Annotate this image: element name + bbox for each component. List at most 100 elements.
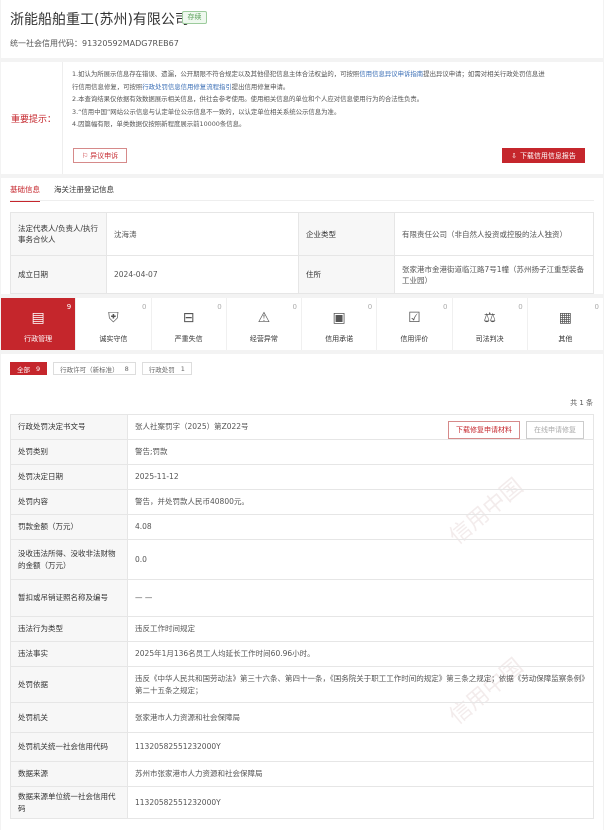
category-other[interactable]: 0 ▦ 其他 — [528, 298, 603, 350]
filter-label: 行政许可（新标准） — [60, 365, 119, 374]
detail-value: 张家港市人力资源和社会保障局 — [127, 702, 594, 733]
flag-icon: ⚐ — [81, 151, 89, 160]
category-honest[interactable]: 0 ⛨ 诚实守信 — [76, 298, 152, 350]
notice-body: 1.如认为所展示信息存在错误、遗漏，公开期限不符合规定以及其他侵犯信息主体合法权… — [72, 68, 592, 131]
company-name: 浙能船舶重工(苏州)有限公司 — [10, 12, 189, 28]
filter-all[interactable]: 全部 9 — [10, 362, 48, 375]
category-count: 0 — [217, 303, 222, 311]
notice-line-5: 4.因篇幅有限，单类数据仅按照新程度展示前10000条信息。 — [72, 120, 246, 128]
founded-value: 2024-04-07 — [106, 255, 299, 294]
detail-value: 0.0 — [127, 539, 594, 580]
notice-line-2-tail: 提出信用修复申请。 — [231, 82, 290, 91]
detail-value: 警告;罚款 — [127, 439, 594, 465]
notice-line-1-tail: 提出异议申请；如需对相关行政处罚信息进 — [423, 70, 545, 78]
category-judicial[interactable]: 0 ⚖ 司法判决 — [453, 298, 528, 350]
objection-button[interactable]: ⚐ 异议申诉 — [73, 148, 127, 163]
filter-penalty[interactable]: 行政处罚 1 — [141, 362, 192, 375]
detail-value: — — — [127, 579, 594, 617]
detail-value-cell: 张人社案罚字（2025）第Z022号 下载修复申请材料 在线申请修复 — [127, 414, 594, 440]
category-label: 信用承诺 — [325, 335, 354, 343]
detail-value: 违反工作时间规定 — [127, 616, 594, 642]
download-label: 下载信用信息报告 — [519, 151, 576, 160]
base-info-table: 法定代表人/负责人/执行事务合伙人 沈海涛 企业类型 有限责任公司（非自然人投资… — [10, 212, 594, 294]
filter-count: 9 — [36, 364, 41, 373]
category-admin[interactable]: 9 ▤ 行政管理 — [1, 298, 77, 350]
address-value: 张家港市金港街道临江路7号1幢（苏州扬子江重型装备工业园） — [394, 255, 594, 294]
notice-line-2: 行信用信息修复，可按照 — [72, 82, 143, 91]
legal-rep-value: 沈海涛 — [106, 212, 299, 256]
status-badge: 存续 — [182, 11, 207, 24]
notice-title: 重要提示： — [11, 115, 57, 125]
detail-label: 处罚机关 — [10, 702, 128, 733]
detail-value: 4.08 — [127, 514, 594, 540]
category-label: 经营异常 — [249, 335, 278, 343]
category-label: 严重失信 — [174, 335, 203, 343]
category-count: 0 — [594, 303, 599, 311]
category-count: 0 — [518, 303, 523, 311]
detail-label: 处罚机关统一社会信用代码 — [10, 732, 128, 762]
objection-guide-link[interactable]: 信用信息异议申诉指南 — [359, 70, 423, 78]
address-label: 住所 — [298, 255, 395, 294]
detail-label: 处罚决定日期 — [10, 464, 128, 490]
category-label: 诚实守信 — [99, 335, 128, 343]
detail-value: 违反《中华人民共和国劳动法》第三十六条、第四十一条，《国务院关于职工工作时间的规… — [127, 666, 594, 703]
other-icon: ▦ — [558, 310, 572, 326]
filter-count: 1 — [180, 364, 185, 373]
founded-label: 成立日期 — [10, 255, 107, 294]
detail-label: 行政处罚决定书文号 — [10, 414, 128, 440]
download-report-button[interactable]: ⇩ 下载信用信息报告 — [502, 148, 585, 163]
base-info-section: 基础信息 海关注册登记信息 法定代表人/负责人/执行事务合伙人 沈海涛 企业类型… — [1, 178, 603, 294]
detail-label: 暂扣或吊销证照名称及编号 — [10, 579, 128, 617]
detail-label: 处罚依据 — [10, 666, 128, 703]
download-repair-materials-button[interactable]: 下载修复申请材料 — [448, 421, 520, 439]
legal-rep-label: 法定代表人/负责人/执行事务合伙人 — [10, 212, 107, 256]
tabs-divider — [10, 200, 594, 201]
company-header: 浙能船舶重工(苏州)有限公司 存续 统一社会信用代码：91320592MADG7… — [1, 0, 603, 58]
category-pledge[interactable]: 0 ▣ 信用承诺 — [302, 298, 378, 350]
alert-light-icon: ⚠ — [257, 310, 271, 326]
detail-label: 数据来源 — [10, 761, 128, 787]
honest-shield-icon: ⛨ — [108, 310, 119, 326]
detail-value: 11320582551232000Y — [127, 732, 594, 762]
objection-label: 异议申诉 — [90, 151, 119, 160]
credit-pledge-icon: ▣ — [332, 310, 346, 326]
repair-guide-link[interactable]: 行政处罚信息信用修复流程指引 — [142, 83, 231, 91]
repair-actions: 下载修复申请材料 在线申请修复 — [448, 421, 584, 439]
detail-value: 张人社案罚字（2025）第Z022号 — [135, 422, 249, 431]
category-abnormal[interactable]: 0 ⚠ 经营异常 — [227, 298, 302, 350]
company-type-value: 有限责任公司（非自然人投资或控股的法人独资） — [394, 212, 594, 256]
category-serious-dishonest[interactable]: 0 ⊟ 严重失信 — [152, 298, 227, 350]
admin-doc-icon: ▤ — [31, 310, 45, 326]
category-bar: 9 ▤ 行政管理 0 ⛨ 诚实守信 0 ⊟ 严重失信 0 ⚠ 经营异常 0 ▣ … — [1, 298, 603, 350]
filter-label: 行政处罚 — [148, 365, 175, 374]
total-count: 共 1 条 — [570, 399, 593, 407]
detail-value: 2025年1月136名员工人均延长工作时间60.96小时。 — [127, 641, 594, 667]
detail-label: 数据来源单位统一社会信用代码 — [10, 786, 128, 819]
detail-value: 警告，并处罚款人民币40800元。 — [127, 489, 594, 515]
category-count: 9 — [66, 303, 72, 311]
filter-license[interactable]: 行政许可（新标准） 8 — [53, 362, 136, 375]
record-list: 信用中国 信用中国 全部 9 行政许可（新标准） 8 行政处罚 1 共 1 条 行政处… — [1, 354, 603, 830]
filter-count: 8 — [124, 364, 129, 373]
important-notice: 重要提示： 1.如认为所展示信息存在错误、遗漏，公开期限不符合规定以及其他侵犯信… — [1, 62, 603, 174]
filter-chips: 全部 9 行政许可（新标准） 8 行政处罚 1 — [10, 362, 192, 375]
category-count: 0 — [142, 303, 147, 311]
category-label: 行政管理 — [24, 335, 53, 343]
notice-line-1: 1.如认为所展示信息存在错误、遗漏，公开期限不符合规定以及其他侵犯信息主体合法权… — [72, 70, 360, 78]
category-label: 信用评价 — [400, 335, 429, 343]
online-repair-button[interactable]: 在线申请修复 — [526, 421, 584, 439]
gavel-icon: ⚖ — [483, 310, 496, 326]
notice-divider — [62, 62, 63, 174]
download-icon: ⇩ — [511, 151, 517, 160]
detail-label: 违法事实 — [10, 641, 128, 667]
credit-code: 统一社会信用代码：91320592MADG7REB67 — [10, 39, 179, 48]
credit-eval-icon: ☑ — [408, 310, 421, 326]
detail-label: 处罚类别 — [10, 439, 128, 465]
detail-label: 违法行为类型 — [10, 616, 128, 642]
detail-label: 处罚内容 — [10, 489, 128, 515]
detail-label: 没收违法所得、没收非法财物的金额（万元） — [10, 539, 128, 580]
notice-line-4: 3.“信用中国”网站公示信息与认定单位公示信息不一致的，以认定单位相关系统公示信… — [72, 107, 341, 116]
category-evaluation[interactable]: 0 ☑ 信用评价 — [377, 298, 453, 350]
detail-value: 11320582551232000Y — [127, 786, 594, 819]
detail-value: 2025-11-12 — [127, 464, 594, 490]
